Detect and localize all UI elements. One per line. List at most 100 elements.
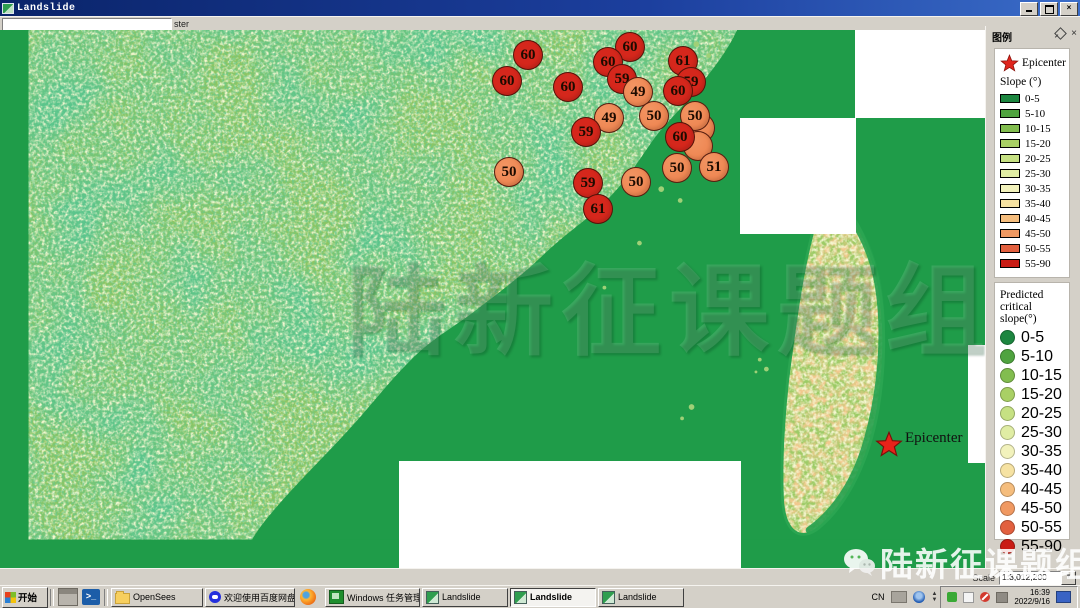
- slope-range-label: 30-35: [1025, 183, 1051, 195]
- critical-class-row: 35-40: [1000, 461, 1066, 480]
- critical-class-row: 30-35: [1000, 442, 1066, 461]
- slope-range-label: 55-90: [1025, 258, 1051, 270]
- landslide-icon: [514, 591, 527, 604]
- taskbar-clock[interactable]: 16:39 2022/9/16: [1014, 588, 1050, 606]
- critical-swatch: [1000, 444, 1015, 459]
- slope-swatch: [1000, 94, 1020, 103]
- landslide-marker[interactable]: 59: [571, 117, 601, 147]
- slope-swatch: [1000, 244, 1020, 253]
- taskbar-button-label: 欢迎使用百度网盘: [224, 591, 295, 604]
- slope-range-label: 15-20: [1025, 138, 1051, 150]
- clock-time: 16:39: [1030, 588, 1050, 597]
- critical-swatch: [1000, 501, 1015, 516]
- landslide-icon: [602, 591, 615, 604]
- messenger-tray-icon[interactable]: [913, 591, 925, 603]
- critical-class-row: 0-5: [1000, 328, 1066, 347]
- critical-slope-legend-title: Predicted critical slope(°): [1000, 289, 1066, 325]
- blocked-tray-icon[interactable]: [980, 592, 990, 602]
- landslide-icon: [426, 591, 439, 604]
- system-tray: CN ▲▼ 16:39 2022/9/16: [867, 586, 1080, 608]
- epicenter-marker[interactable]: Epicenter: [875, 430, 962, 457]
- corner-watermark: 陆新征课题组: [842, 538, 1080, 586]
- network-tray-icon[interactable]: [1056, 591, 1071, 603]
- taskbar-separator: [50, 589, 54, 606]
- slope-class-row: 10-15: [1000, 121, 1066, 136]
- landslide-marker[interactable]: 50: [639, 101, 669, 131]
- antivirus-tray-icon[interactable]: [947, 592, 957, 602]
- slope-swatch: [1000, 124, 1020, 133]
- flag-tray-icon[interactable]: [963, 592, 974, 603]
- taskbar-button-label: Landslide: [618, 592, 657, 602]
- landslide-marker[interactable]: 61: [583, 194, 613, 224]
- landslide-marker[interactable]: 60: [513, 40, 543, 70]
- landslide-marker[interactable]: 51: [699, 152, 729, 182]
- printer-tray-icon[interactable]: [891, 591, 907, 603]
- critical-swatch: [1000, 520, 1015, 535]
- taskbar-button-firefox[interactable]: [297, 588, 323, 607]
- landslide-marker[interactable]: 50: [662, 153, 692, 183]
- taskbar-button-label: Windows 任务管理器: [347, 591, 420, 604]
- slope-swatch: [1000, 184, 1020, 193]
- critical-swatch: [1000, 482, 1015, 497]
- critical-class-row: 25-30: [1000, 423, 1066, 442]
- slope-legend: Epicenter Slope (°) 0-55-1010-1515-2020-…: [994, 48, 1070, 278]
- landslide-marker[interactable]: 50: [494, 157, 524, 187]
- slope-class-row: 40-45: [1000, 211, 1066, 226]
- pin-icon[interactable]: [1054, 27, 1067, 40]
- powershell-quicklaunch-icon[interactable]: >_: [82, 589, 100, 605]
- slope-range-label: 45-50: [1025, 228, 1051, 240]
- taskbar-button-label: Landslide: [530, 592, 572, 602]
- legend-panel-header[interactable]: 图例 ×: [986, 26, 1080, 44]
- slope-swatch: [1000, 169, 1020, 178]
- landslide-marker[interactable]: 60: [492, 66, 522, 96]
- firefox-icon: [300, 589, 316, 605]
- critical-swatch: [1000, 330, 1015, 345]
- legend-panel: 图例 × Epicenter Slope (°) 0-55-1010-1515-…: [985, 26, 1080, 568]
- critical-range-label: 0-5: [1021, 329, 1044, 347]
- slope-legend-title: Slope (°): [1000, 76, 1066, 88]
- taskbar-button-landslide[interactable]: Landslide: [598, 588, 684, 607]
- slope-class-row: 35-40: [1000, 196, 1066, 211]
- critical-range-label: 30-35: [1021, 443, 1062, 461]
- taskbar-button-label: Landslide: [442, 592, 481, 602]
- landslide-marker[interactable]: 60: [665, 122, 695, 152]
- taskbar-button-landslide[interactable]: Landslide: [422, 588, 508, 607]
- slope-range-label: 0-5: [1025, 93, 1040, 105]
- landslide-marker[interactable]: 50: [621, 167, 651, 197]
- landslide-marker[interactable]: 60: [553, 72, 583, 102]
- gpu-tray-icon[interactable]: [996, 592, 1008, 603]
- taskbar-button-landslide[interactable]: Landslide: [510, 588, 596, 607]
- critical-range-label: 15-20: [1021, 386, 1062, 404]
- start-label: 开始: [18, 590, 37, 604]
- legend-epicenter-entry: Epicenter: [1000, 53, 1066, 73]
- critical-swatch: [1000, 425, 1015, 440]
- panel-close-icon[interactable]: ×: [1071, 30, 1077, 38]
- critical-class-list: 0-55-1010-1515-2020-2525-3030-3535-4040-…: [1000, 328, 1066, 556]
- slope-range-label: 20-25: [1025, 153, 1051, 165]
- show-hidden-icons-arrows[interactable]: ▲▼: [931, 591, 937, 603]
- start-button[interactable]: 开始: [2, 587, 48, 608]
- taskbar-button-label: OpenSees: [133, 592, 176, 602]
- slope-swatch: [1000, 199, 1020, 208]
- corner-watermark-text: 陆新征课题组: [880, 538, 1080, 586]
- taskbar-button-欢迎使用百度网盘[interactable]: 欢迎使用百度网盘: [205, 588, 295, 607]
- epicenter-star-icon: [875, 431, 903, 457]
- language-indicator[interactable]: CN: [871, 592, 884, 602]
- slope-swatch: [1000, 109, 1020, 118]
- taskbar-button-opensees[interactable]: OpenSees: [111, 588, 203, 607]
- slope-class-row: 20-25: [1000, 151, 1066, 166]
- critical-slope-legend: Predicted critical slope(°) 0-55-1010-15…: [994, 282, 1070, 540]
- critical-range-label: 45-50: [1021, 500, 1062, 518]
- slope-class-row: 25-30: [1000, 166, 1066, 181]
- critical-range-label: 20-25: [1021, 405, 1062, 423]
- slope-range-label: 40-45: [1025, 213, 1051, 225]
- slope-class-row: 55-90: [1000, 256, 1066, 271]
- taskbar-button-windows-任务管理器[interactable]: Windows 任务管理器: [325, 588, 420, 607]
- critical-swatch: [1000, 406, 1015, 421]
- taskbar: 开始 >_ OpenSees 欢迎使用百度网盘 Windows 任务管理器 Lands…: [0, 585, 1080, 608]
- device-quicklaunch-icon[interactable]: [58, 588, 78, 606]
- critical-swatch: [1000, 387, 1015, 402]
- critical-swatch: [1000, 349, 1015, 364]
- map-canvas[interactable]: 陆新征课题组 606060616059596060494950505960505…: [0, 30, 1080, 568]
- windows-flag-icon: [5, 592, 16, 603]
